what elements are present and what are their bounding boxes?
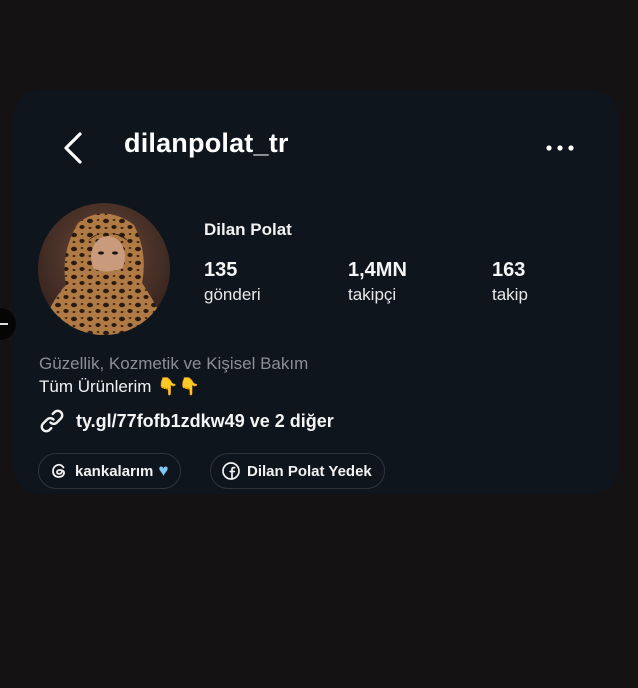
followers-count: 1,4MN bbox=[348, 259, 407, 281]
profile-category: Güzellik, Kozmetik ve Kişisel Bakım bbox=[39, 354, 309, 373]
threads-icon bbox=[52, 463, 65, 478]
following-label: takip bbox=[492, 285, 528, 304]
posts-stat[interactable]: 135 gönderi bbox=[204, 258, 261, 308]
profile-username: dilanpolat_tr bbox=[124, 128, 289, 158]
avatar[interactable] bbox=[38, 203, 170, 335]
posts-label: gönderi bbox=[204, 285, 261, 304]
facebook-chip-label: Dilan Polat Yedek bbox=[247, 462, 372, 480]
following-stat[interactable]: 163 takip bbox=[492, 258, 528, 308]
pointing-down-icon: 👇👇 bbox=[157, 377, 200, 396]
display-name: Dilan Polat bbox=[204, 220, 292, 239]
profile-bio: Tüm Ürünlerim 👇👇 bbox=[39, 377, 200, 397]
bio-text: Tüm Ürünlerim bbox=[39, 377, 152, 396]
profile-link[interactable]: ty.gl/77fofb1zdkw49 ve 2 diğer bbox=[38, 407, 334, 435]
blue-heart-icon: ♥ bbox=[158, 461, 169, 480]
posts-count: 135 bbox=[204, 259, 238, 281]
link-icon bbox=[40, 409, 64, 433]
threads-chip-label: kankalarım bbox=[75, 462, 154, 480]
threads-chip[interactable]: kankalarım ♥ bbox=[38, 453, 182, 489]
followers-label: takipçi bbox=[348, 285, 397, 304]
more-options-icon[interactable] bbox=[544, 138, 576, 158]
facebook-chip[interactable]: Dilan Polat Yedek bbox=[210, 453, 385, 489]
followers-stat[interactable]: 1,4MN takipçi bbox=[348, 258, 407, 308]
following-count: 163 bbox=[492, 259, 526, 281]
back-arrow-icon[interactable] bbox=[58, 128, 88, 168]
minus-icon bbox=[0, 323, 8, 325]
link-text: ty.gl/77fofb1zdkw49 ve 2 diğer bbox=[76, 410, 334, 431]
facebook-icon bbox=[222, 462, 240, 480]
